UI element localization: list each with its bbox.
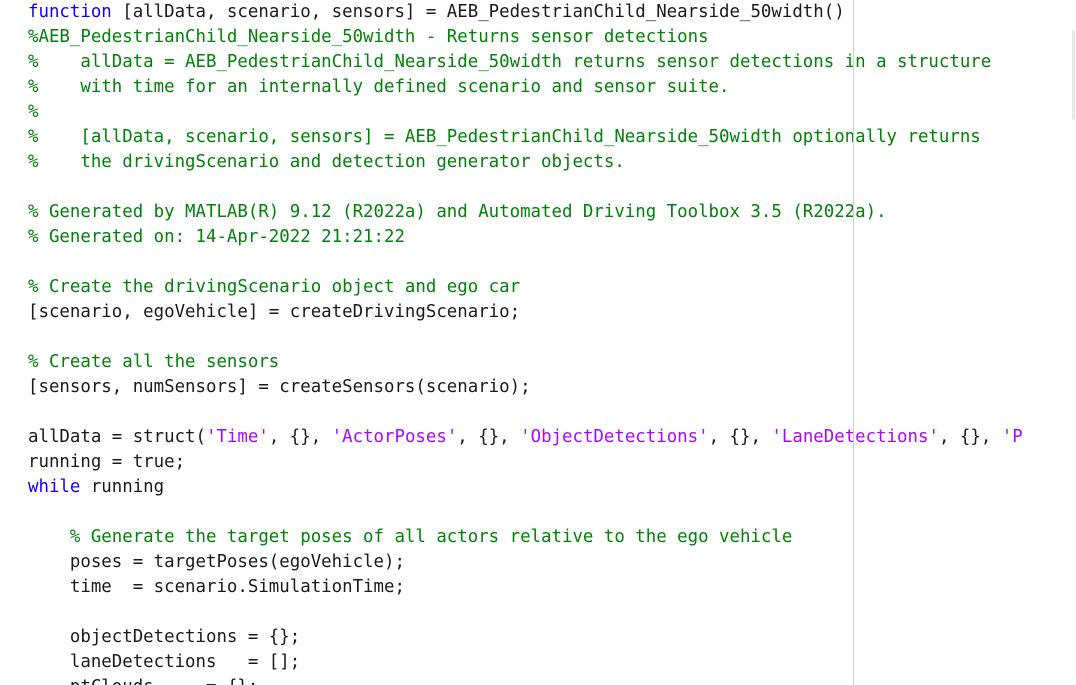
comment-token: % Generate the target poses of all actor… (28, 527, 793, 547)
code-token: , {}, (708, 427, 772, 447)
comment-token: %AEB_PedestrianChild_Nearside_50width - … (28, 27, 709, 47)
code-token: , {}, (457, 427, 521, 447)
vertical-scrollbar[interactable] (1070, 0, 1076, 685)
string-token: 'LaneDetections' (771, 427, 939, 447)
code-line[interactable]: % Generate the target poses of all actor… (28, 525, 1023, 550)
string-token: 'Time' (206, 427, 269, 447)
right-margin-line (853, 0, 854, 685)
code-line[interactable]: % with time for an internally defined sc… (28, 75, 1023, 100)
code-editor[interactable]: function [allData, scenario, sensors] = … (0, 0, 1076, 685)
code-token: [allData, scenario, sensors] = AEB_Pedes… (111, 2, 845, 22)
code-line[interactable]: % (28, 100, 1023, 125)
code-line[interactable] (28, 500, 1023, 525)
code-token: poses = targetPoses(egoVehicle); (28, 552, 405, 572)
code-line[interactable]: poses = targetPoses(egoVehicle); (28, 550, 1023, 575)
scrollbar-thumb[interactable] (1072, 30, 1075, 120)
comment-token: % Create the drivingScenario object and … (28, 277, 521, 297)
comment-token: % Generated on: 14-Apr-2022 21:21:22 (28, 227, 405, 247)
code-line[interactable]: % [allData, scenario, sensors] = AEB_Ped… (28, 125, 1023, 150)
code-line[interactable]: running = true; (28, 450, 1023, 475)
code-token: laneDetections = []; (28, 652, 301, 672)
code-line[interactable]: %AEB_PedestrianChild_Nearside_50width - … (28, 25, 1023, 50)
comment-token: % with time for an internally defined sc… (28, 77, 730, 97)
comment-token: % [allData, scenario, sensors] = AEB_Ped… (28, 127, 981, 147)
comment-token: % Create all the sensors (28, 352, 280, 372)
code-line[interactable]: [sensors, numSensors] = createSensors(sc… (28, 375, 1023, 400)
string-token: 'ActorPoses' (331, 427, 458, 447)
code-line[interactable]: [scenario, egoVehicle] = createDrivingSc… (28, 300, 1023, 325)
code-token: objectDetections = {}; (28, 627, 301, 647)
code-token: [scenario, egoVehicle] = createDrivingSc… (28, 302, 521, 322)
code-token: [sensors, numSensors] = createSensors(sc… (28, 377, 531, 397)
code-line[interactable]: % allData = AEB_PedestrianChild_Nearside… (28, 50, 1023, 75)
string-token: 'ObjectDetections' (520, 427, 709, 447)
code-line[interactable] (28, 325, 1023, 350)
code-line[interactable]: % Generated by MATLAB(R) 9.12 (R2022a) a… (28, 200, 1023, 225)
code-token: , {}, (268, 427, 332, 447)
code-line[interactable]: ptClouds = {}; (28, 675, 1023, 685)
code-token: ptClouds = {}; (28, 677, 258, 685)
code-line[interactable]: % Generated on: 14-Apr-2022 21:21:22 (28, 225, 1023, 250)
comment-token: % Generated by MATLAB(R) 9.12 (R2022a) a… (28, 202, 887, 222)
code-area[interactable]: function [allData, scenario, sensors] = … (28, 0, 1023, 685)
code-line[interactable] (28, 400, 1023, 425)
code-line[interactable]: laneDetections = []; (28, 650, 1023, 675)
code-line[interactable]: time = scenario.SimulationTime; (28, 575, 1023, 600)
string-token: 'P (1001, 427, 1023, 447)
code-line[interactable]: % Create the drivingScenario object and … (28, 275, 1023, 300)
code-line[interactable] (28, 175, 1023, 200)
comment-token: % the drivingScenario and detection gene… (28, 152, 625, 172)
code-line[interactable]: % Create all the sensors (28, 350, 1023, 375)
keyword-token: function (28, 2, 112, 22)
keyword-token: while (28, 477, 81, 497)
code-line[interactable]: function [allData, scenario, sensors] = … (28, 0, 1023, 25)
code-line[interactable]: while running (28, 475, 1023, 500)
code-line[interactable] (28, 600, 1023, 625)
code-line[interactable] (28, 250, 1023, 275)
code-line[interactable]: % the drivingScenario and detection gene… (28, 150, 1023, 175)
comment-token: % (28, 102, 39, 122)
code-token: time = scenario.SimulationTime; (28, 577, 405, 597)
comment-token: % allData = AEB_PedestrianChild_Nearside… (28, 52, 992, 72)
code-line[interactable]: allData = struct('Time', {}, 'ActorPoses… (28, 425, 1023, 450)
code-token: running = true; (28, 452, 186, 472)
code-token: running (80, 477, 165, 497)
code-token: , {}, (938, 427, 1002, 447)
code-token: allData = struct( (28, 427, 206, 447)
code-line[interactable]: objectDetections = {}; (28, 625, 1023, 650)
